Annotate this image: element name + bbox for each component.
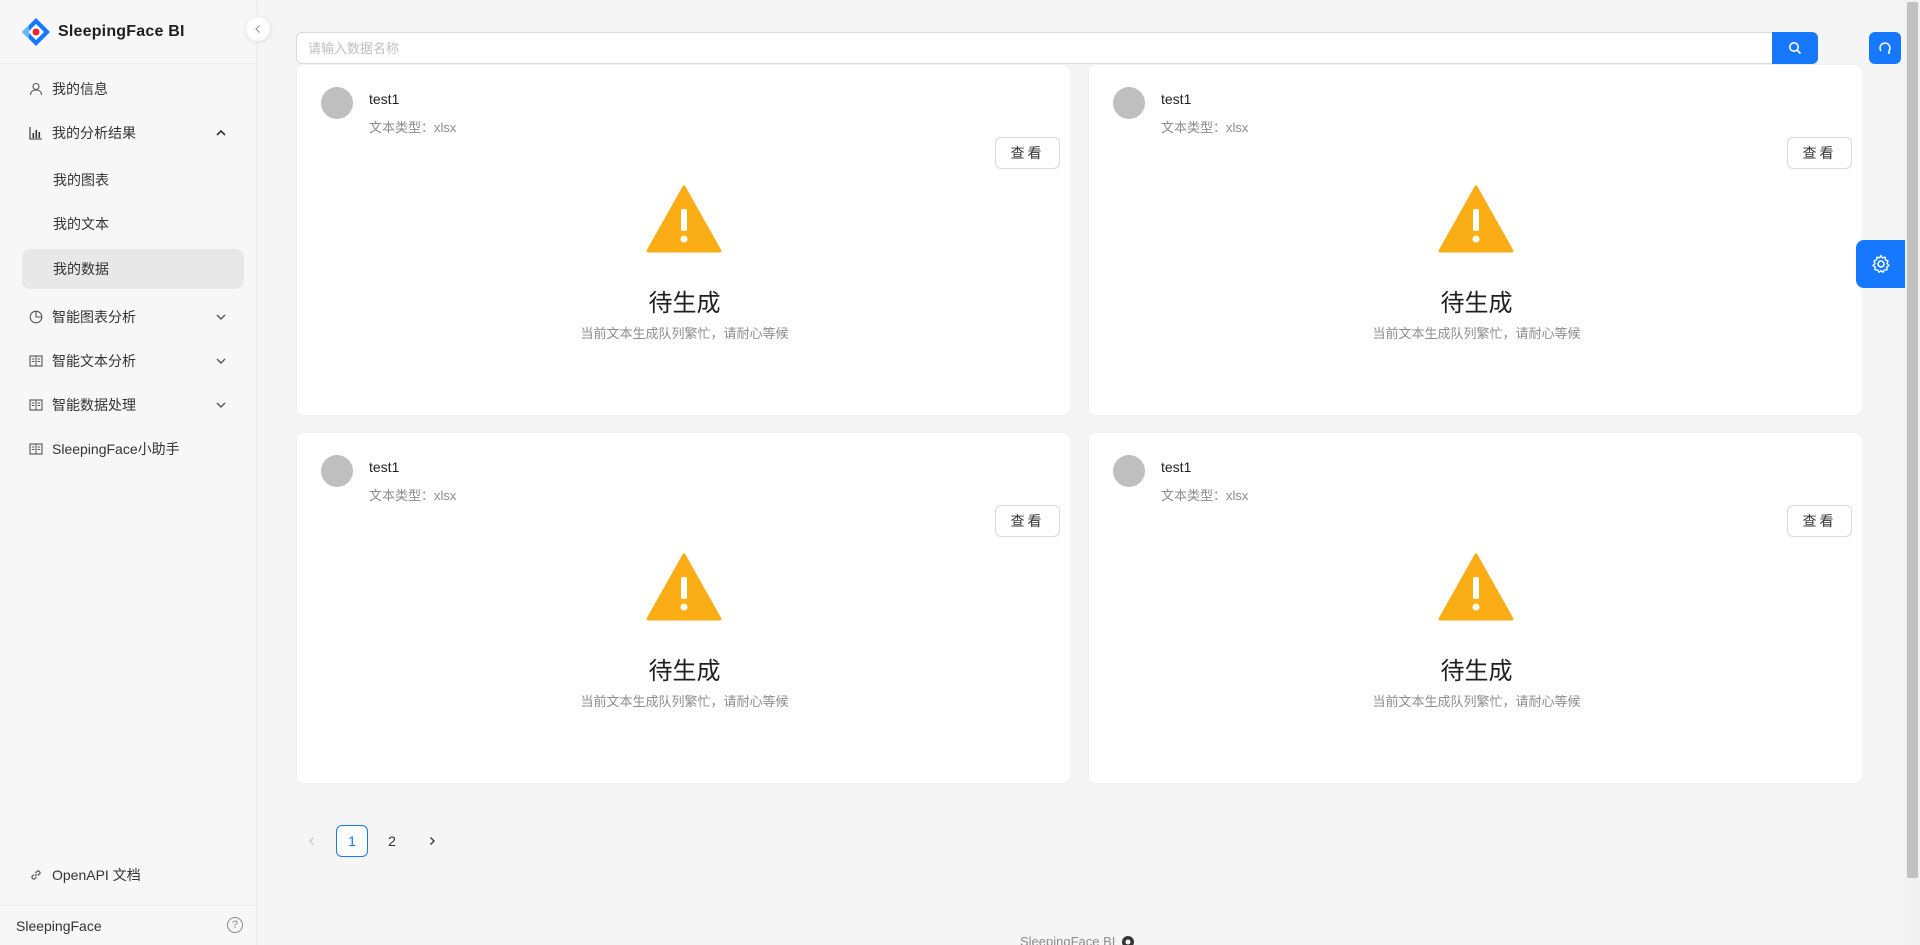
- data-card: test1 文本类型：xlsx 查看 待生成 当前文本生成队列繁忙，请耐心等候: [1088, 64, 1863, 416]
- card-file-type: 文本类型：xlsx: [369, 120, 457, 135]
- pagination-page-1[interactable]: 1: [336, 825, 368, 857]
- sidebar-item-label: 我的信息: [52, 81, 108, 97]
- page-footer: SleepingFace BI: [1020, 934, 1135, 945]
- collapse-sidebar-button[interactable]: [246, 17, 270, 41]
- chevron-down-icon: [216, 358, 226, 364]
- card-file-type: 文本类型：xlsx: [369, 488, 457, 503]
- card-description: 当前文本生成队列繁忙，请耐心等候: [580, 694, 789, 709]
- scrollbar-thumb[interactable]: [1907, 2, 1918, 878]
- card-description: 当前文本生成队列繁忙，请耐心等候: [580, 326, 789, 341]
- sidebar-item-label: SleepingFace小助手: [52, 441, 180, 457]
- openapi-docs-label: OpenAPI 文档: [52, 867, 141, 883]
- avatar: [1113, 87, 1145, 119]
- settings-float-button[interactable]: [1856, 240, 1905, 288]
- chevron-right-icon: [430, 837, 435, 845]
- sidebar-item-my-charts[interactable]: 我的图表: [22, 160, 244, 200]
- sidebar-item-smart-chart-analysis[interactable]: 智能图表分析: [22, 297, 244, 337]
- view-button[interactable]: 查看: [1787, 137, 1852, 169]
- sidebar-item-label: 智能图表分析: [52, 309, 136, 325]
- sidebar-item-my-analysis[interactable]: 我的分析结果: [22, 113, 244, 153]
- sidebar-item-my-data[interactable]: 我的数据: [22, 249, 244, 289]
- card-status: 待生成: [648, 658, 721, 685]
- sidebar-item-label: 我的数据: [53, 261, 109, 277]
- sidebar-item-label: 智能文本分析: [52, 353, 136, 369]
- user-icon: [28, 81, 44, 97]
- gear-icon: [1871, 254, 1890, 273]
- search-input[interactable]: [296, 32, 1772, 64]
- view-button[interactable]: 查看: [995, 505, 1060, 537]
- question-circle-icon[interactable]: ?: [227, 917, 243, 933]
- sidebar-item-my-info[interactable]: 我的信息: [22, 69, 244, 109]
- search-bar: [296, 32, 1818, 64]
- sidebar-item-label: 我的图表: [53, 172, 109, 188]
- book-icon: [28, 397, 44, 413]
- sidebar-item-my-texts[interactable]: 我的文本: [22, 204, 244, 244]
- book-icon: [28, 441, 44, 457]
- view-button[interactable]: 查看: [995, 137, 1060, 169]
- card-file-type: 文本类型：xlsx: [1161, 488, 1249, 503]
- search-button[interactable]: [1772, 32, 1818, 64]
- reload-icon: [1879, 42, 1891, 54]
- card-status: 待生成: [1440, 290, 1513, 317]
- app-title: SleepingFace BI: [58, 22, 185, 40]
- chevron-left-icon: [309, 837, 314, 845]
- warning-icon: [1438, 553, 1514, 621]
- sidebar-item-smart-data-processing[interactable]: 智能数据处理: [22, 385, 244, 425]
- chevron-left-icon: [255, 25, 260, 33]
- link-icon: [28, 867, 44, 883]
- warning-icon: [646, 185, 722, 253]
- bar-chart-icon: [28, 125, 44, 141]
- avatar: [321, 455, 353, 487]
- chevron-down-icon: [216, 402, 226, 408]
- book-icon: [28, 353, 44, 369]
- openapi-docs-link[interactable]: OpenAPI 文档: [22, 860, 141, 890]
- card-description: 当前文本生成队列繁忙，请耐心等候: [1372, 326, 1581, 341]
- pagination-next-button[interactable]: [416, 825, 448, 857]
- pagination-page-2[interactable]: 2: [376, 825, 408, 857]
- card-status: 待生成: [1440, 658, 1513, 685]
- card-file-type: 文本类型：xlsx: [1161, 120, 1249, 135]
- logo-icon: [22, 17, 50, 46]
- sidebar-item-assistant[interactable]: SleepingFace小助手: [22, 429, 244, 469]
- chevron-down-icon: [216, 314, 226, 320]
- card-description: 当前文本生成队列繁忙，请耐心等候: [1372, 694, 1581, 709]
- data-card: test1 文本类型：xlsx 查看 待生成 当前文本生成队列繁忙，请耐心等候: [296, 432, 1071, 784]
- avatar: [321, 87, 353, 119]
- sidebar-item-label: 我的分析结果: [52, 125, 136, 141]
- user-footer: SleepingFace ?: [0, 905, 257, 945]
- footer-text: SleepingFace BI: [1020, 934, 1116, 945]
- data-card: test1 文本类型：xlsx 查看 待生成 当前文本生成队列繁忙，请耐心等候: [1088, 432, 1863, 784]
- reload-button[interactable]: [1869, 32, 1901, 64]
- sidebar-item-smart-text-analysis[interactable]: 智能文本分析: [22, 341, 244, 381]
- card-title: test1: [369, 91, 400, 107]
- view-button[interactable]: 查看: [1787, 505, 1852, 537]
- sidebar: SleepingFace BI 我的信息 我的分析结果 我的图表 我的文本 我的…: [0, 0, 270, 945]
- card-status: 待生成: [648, 290, 721, 317]
- pagination-prev-button[interactable]: [296, 825, 328, 857]
- logo-row[interactable]: SleepingFace BI: [0, 0, 257, 64]
- card-title: test1: [1161, 91, 1192, 107]
- github-icon[interactable]: [1121, 935, 1135, 945]
- sidebar-item-label: 我的文本: [53, 216, 109, 232]
- sidebar-item-label: 智能数据处理: [52, 397, 136, 413]
- user-name: SleepingFace: [16, 917, 102, 934]
- warning-icon: [646, 553, 722, 621]
- chevron-up-icon: [216, 129, 226, 136]
- card-title: test1: [1161, 459, 1192, 475]
- data-card: test1 文本类型：xlsx 查看 待生成 当前文本生成队列繁忙，请耐心等候: [296, 64, 1071, 416]
- pie-chart-icon: [28, 309, 44, 325]
- warning-icon: [1438, 185, 1514, 253]
- avatar: [1113, 455, 1145, 487]
- card-title: test1: [369, 459, 400, 475]
- search-icon: [1789, 42, 1802, 55]
